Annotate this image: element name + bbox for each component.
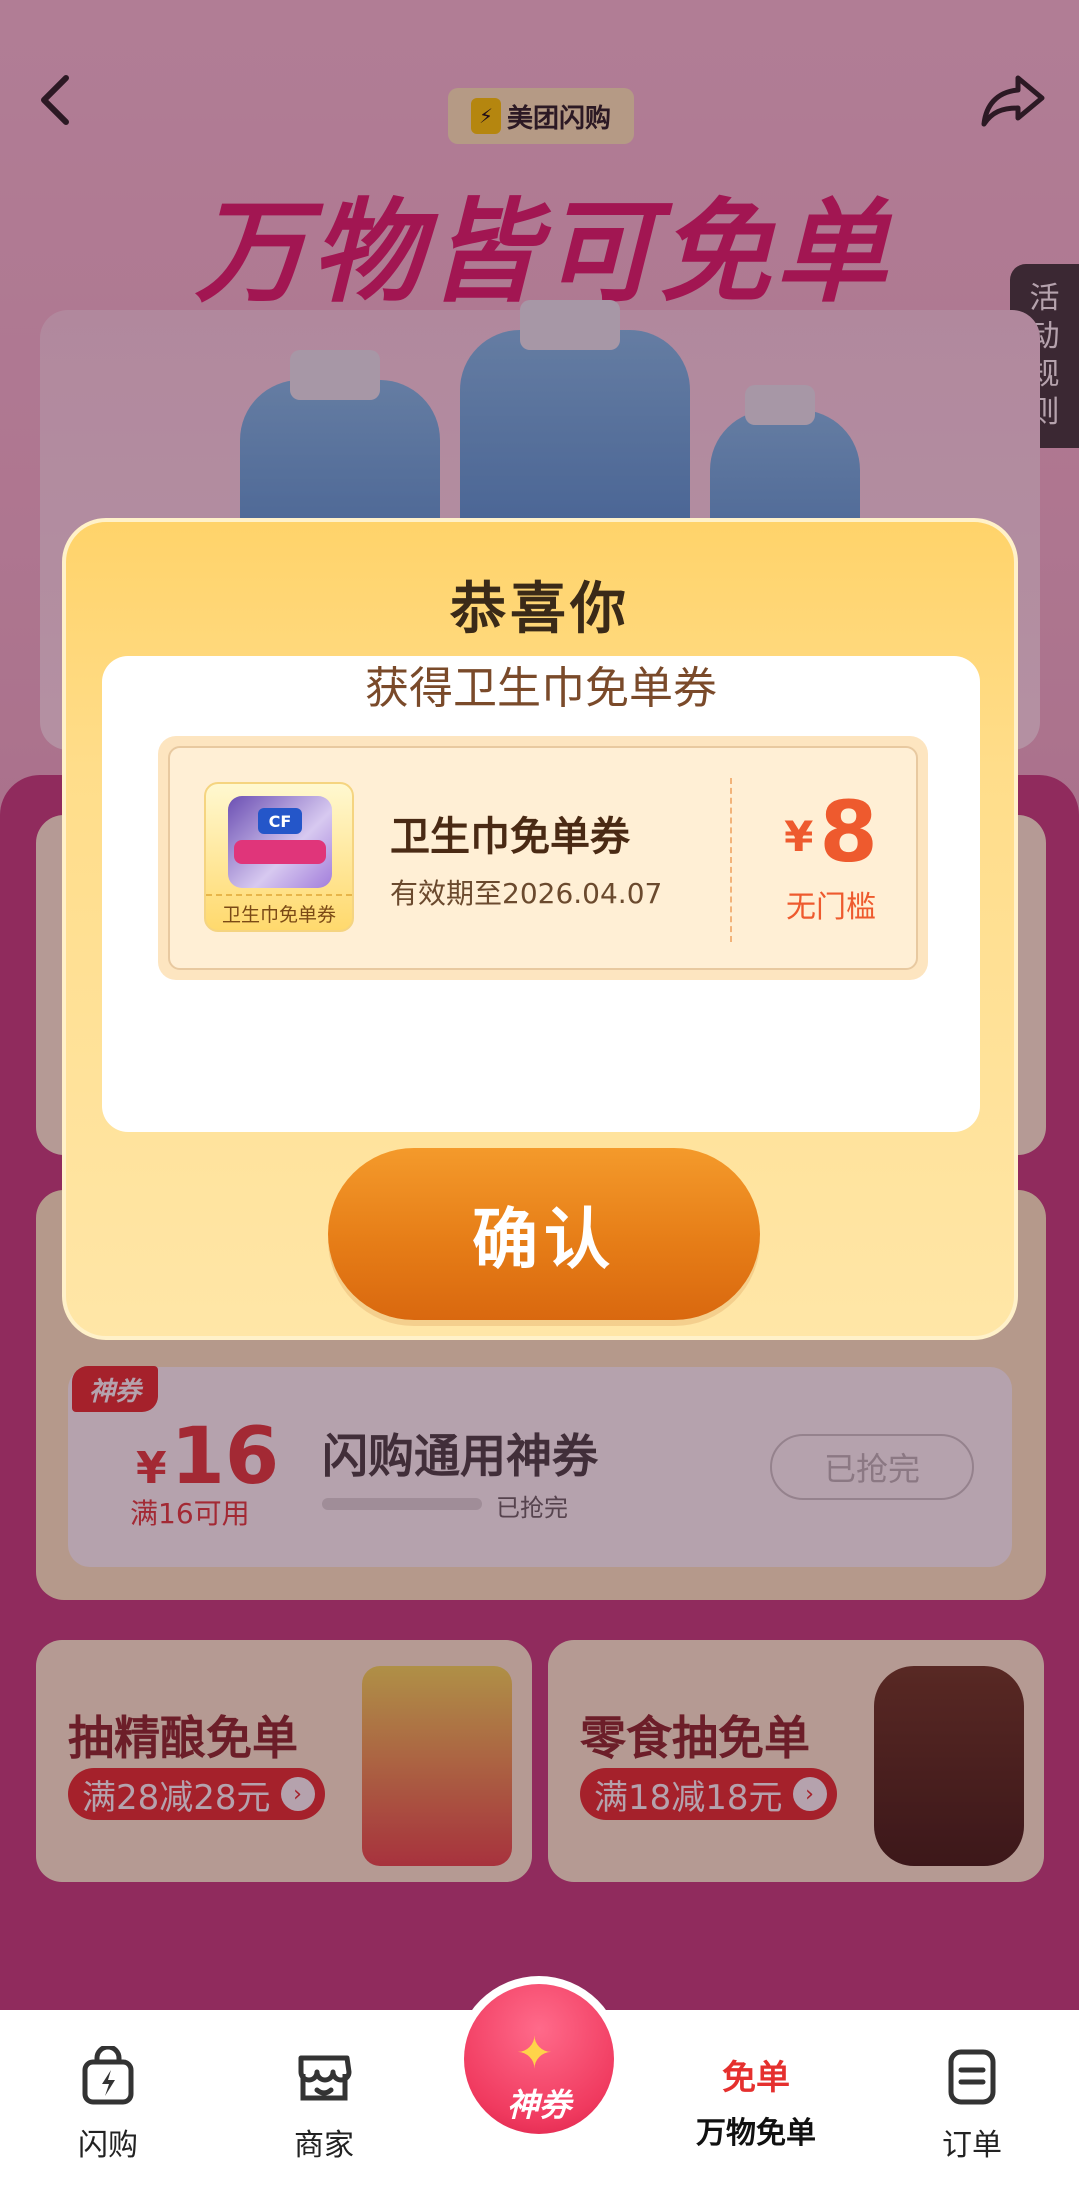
tab-free-order[interactable]: 免单 万物免单 [686,2032,826,2172]
coupon-thumbnail: CF 卫生巾免单券 [204,782,354,932]
coupon-name: 卫生巾免单券 [390,814,630,860]
bottom-tab-bar: 闪购 商家 ✦ 神券 免单 万物免单 订单 [0,1976,1079,2186]
brand-logo: CF [258,808,302,834]
order-list-icon [948,2049,996,2105]
store-icon [298,2055,352,2101]
modal-content: 获得卫生巾免单券 CF 卫生巾免单券 卫生巾免单券 有效期至2026.04.07… [102,656,980,1132]
tab-label: 神券 [506,2086,571,2124]
coupon-divider [730,778,732,942]
coupon-body: CF 卫生巾免单券 卫生巾免单券 有效期至2026.04.07 ¥8 无门槛 [168,746,918,970]
tab-shenquan[interactable]: ✦ 神券 [456,1976,622,2142]
sparkle-icon: ✦ [516,2028,553,2079]
coupon-condition: 无门槛 [786,890,876,925]
coupon-expiry: 有效期至2026.04.07 [390,877,663,910]
modal-subtitle: 获得卫生巾免单券 [365,663,717,714]
coupon-value: ¥8 [756,786,906,883]
package-band [234,840,326,864]
reward-modal: 恭喜你 获得卫生巾免单券 CF 卫生巾免单券 卫生巾免单券 有效期至2026.0… [62,518,1018,1340]
modal-title: 恭喜你 [450,577,630,642]
tab-label: 万物免单 [696,2116,816,2151]
pad-package-image: CF [228,796,332,888]
tab-orders[interactable]: 订单 [902,2032,1042,2172]
tab-label: 闪购 [78,2128,138,2163]
confirm-button[interactable]: 确认 [328,1148,760,1320]
free-order-badge: 免单 [722,2058,790,2098]
tab-label: 订单 [942,2128,1002,2163]
tab-shangou[interactable]: 闪购 [38,2032,178,2172]
currency-symbol: ¥ [784,812,814,861]
thumbnail-label: 卫生巾免单券 [206,894,352,930]
tab-merchants[interactable]: 商家 [254,2032,394,2172]
reward-coupon: CF 卫生巾免单券 卫生巾免单券 有效期至2026.04.07 ¥8 无门槛 [158,736,928,980]
coupon-amount: 8 [819,783,878,881]
shopping-bag-icon [82,2044,134,2105]
tab-label: 商家 [294,2128,354,2163]
